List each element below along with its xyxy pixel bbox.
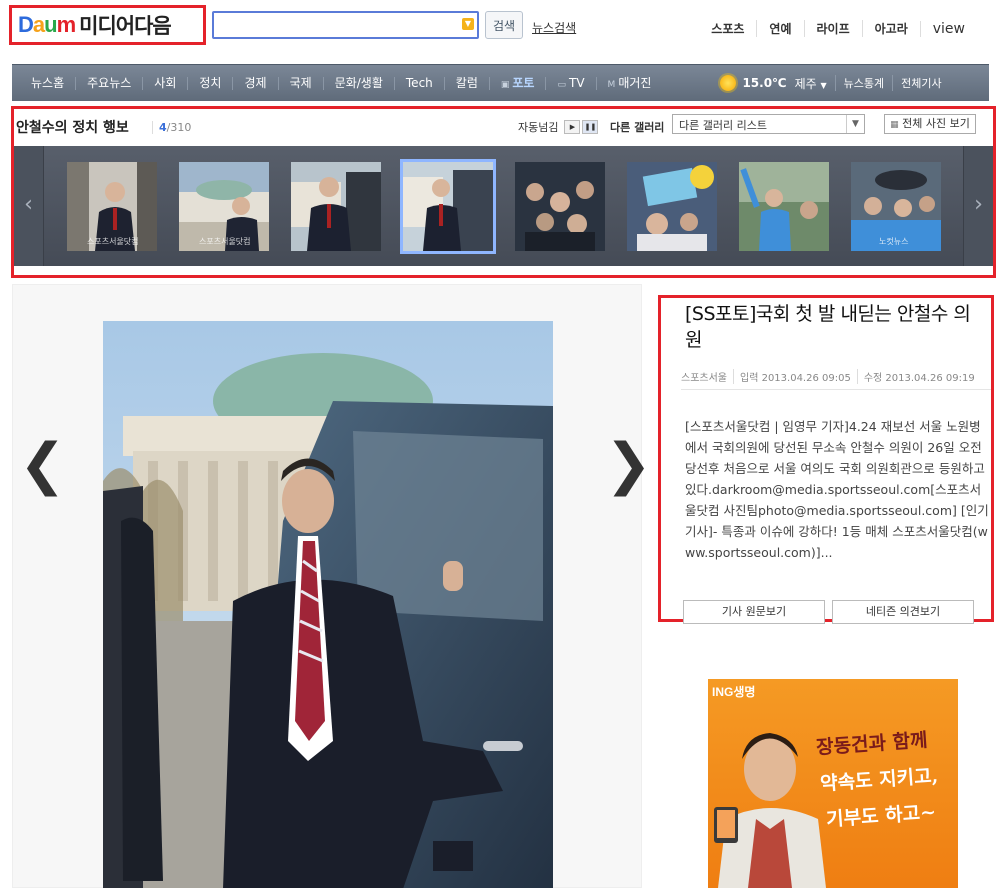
thumbnail[interactable] — [739, 162, 829, 251]
autoplay-control: 자동넘김 ▶ ❚❚ — [518, 119, 599, 135]
divider — [681, 389, 991, 390]
article-panel: [SS포토]국회 첫 발 내딛는 안철수 의원 스포츠서울 입력 2013.04… — [658, 295, 994, 624]
article-meta: 스포츠서울 입력 2013.04.26 09:05 수정 2013.04.26 … — [681, 369, 981, 384]
magazine-icon: M — [607, 79, 616, 90]
main-photo — [103, 321, 553, 888]
top-link-life[interactable]: 라이프 — [803, 20, 862, 37]
thumbnail-strip: ‹ 스포츠서울닷컴 스포츠서울닷컴 노컷뉴스 › — [14, 146, 993, 266]
top-link-agora[interactable]: 아고라 — [861, 20, 920, 37]
article-source: 스포츠서울 — [681, 373, 727, 384]
nav-item-tv[interactable]: ▭ TV — [545, 75, 595, 90]
search-input[interactable] — [214, 13, 454, 37]
autoplay-label: 자동넘김 — [518, 121, 559, 134]
nav-item-magazine[interactable]: M 매거진 — [595, 75, 663, 90]
news-search-link[interactable]: 뉴스검색 — [532, 19, 576, 36]
logo-letter: m — [56, 12, 77, 37]
thumbnail[interactable] — [627, 162, 717, 251]
chevron-down-icon: ▼ — [846, 115, 864, 133]
all-articles-link[interactable]: 전체기사 — [892, 75, 949, 91]
temperature: 15.0℃ — [742, 76, 787, 90]
all-photos-button[interactable]: ▦ 전체 사진 보기 — [884, 114, 976, 134]
netizen-opinion-button[interactable]: 네티즌 의견보기 — [832, 600, 974, 624]
other-gallery-value: 다른 갤러리 리스트 — [679, 119, 767, 132]
other-gallery-select[interactable]: 다른 갤러리 리스트 ▼ — [672, 114, 865, 134]
gallery-current: 4 — [159, 121, 167, 134]
gallery-title: 안철수의 정치 행보 — [16, 120, 129, 136]
pause-icon[interactable]: ❚❚ — [582, 120, 599, 134]
thumbnail[interactable] — [515, 162, 605, 251]
camera-icon: ▣ — [500, 79, 510, 90]
chevron-left-icon[interactable]: ‹ — [14, 146, 44, 266]
top-links: 스포츠 연예 라이프 아고라 view — [699, 20, 977, 37]
advertisement-banner[interactable]: ING생명 장동건과 함께 약속도 지키고, 기부도 하고~ — [708, 679, 958, 888]
thumbnail[interactable]: 스포츠서울닷컴 — [179, 162, 269, 251]
main-navigation: 뉴스홈 주요뉴스 사회 정치 경제 국제 문화/생활 Tech 칼럼 ▣ 포토 ▭… — [12, 64, 989, 101]
logo-letter: u — [44, 12, 57, 37]
nav-item-news-home[interactable]: 뉴스홈 — [20, 76, 75, 90]
thumbnail-caption: 스포츠서울닷컴 — [199, 237, 251, 246]
nav-item-economy[interactable]: 경제 — [232, 76, 277, 90]
gallery-counter: 4/310 — [152, 121, 191, 134]
nav-item-top-news[interactable]: 주요뉴스 — [75, 76, 142, 90]
nav-item-culture[interactable]: 문화/생활 — [322, 76, 394, 90]
nav-item-tech[interactable]: Tech — [393, 76, 444, 90]
daum-logo-mark: D a u m — [18, 12, 77, 38]
nav-tv-label: TV — [569, 75, 585, 90]
search-box: ▼ — [212, 11, 479, 39]
thumbnail[interactable]: 스포츠서울닷컴 — [67, 162, 157, 251]
logo-letter: a — [32, 12, 45, 37]
nav-magazine-label: 매거진 — [618, 75, 652, 90]
top-link-sports[interactable]: 스포츠 — [699, 20, 756, 37]
weather-widget[interactable]: 15.0℃ 제주 ▼ — [720, 75, 834, 92]
nav-item-society[interactable]: 사회 — [142, 76, 187, 90]
original-article-button[interactable]: 기사 원문보기 — [683, 600, 825, 624]
logo-letter: D — [18, 12, 34, 37]
thumbnail-caption: 스포츠서울닷컴 — [87, 237, 139, 246]
article-edit-time: 수정 2013.04.26 09:19 — [856, 369, 981, 384]
logo-text: 미디어다음 — [79, 14, 172, 38]
region-label: 제주 — [794, 76, 817, 91]
tv-icon: ▭ — [557, 79, 566, 90]
nav-item-photo[interactable]: ▣ 포토 — [488, 75, 546, 90]
ad-brand: ING생명 — [712, 685, 756, 699]
all-photos-label: 전체 사진 보기 — [902, 117, 970, 130]
sun-icon — [720, 75, 737, 91]
play-icon[interactable]: ▶ — [564, 120, 581, 134]
chevron-down-icon[interactable]: ▼ — [462, 18, 474, 30]
top-link-view[interactable]: view — [919, 20, 977, 37]
region-select[interactable]: 제주 ▼ — [795, 75, 827, 92]
nav-photo-label: 포토 — [512, 75, 535, 90]
nav-item-column[interactable]: 칼럼 — [443, 76, 489, 90]
article-body: [스포츠서울닷컴 | 임영무 기자]4.24 재보선 서울 노원병에서 국회의원… — [685, 419, 989, 560]
chevron-right-icon[interactable]: › — [963, 146, 993, 266]
article-input-time: 입력 2013.04.26 09:05 — [733, 369, 857, 384]
top-link-entertainment[interactable]: 연예 — [756, 20, 803, 37]
thumbnail[interactable] — [291, 162, 381, 251]
chevron-left-icon[interactable]: ❮ — [19, 437, 66, 493]
thumbnail[interactable]: 노컷뉴스 — [851, 162, 941, 251]
chevron-right-icon[interactable]: ❯ — [605, 437, 652, 493]
thumbnail-selected[interactable] — [400, 159, 496, 254]
logo[interactable]: D a u m 미디어다음 — [9, 5, 206, 45]
nav-item-politics[interactable]: 정치 — [187, 76, 232, 90]
news-stats-link[interactable]: 뉴스통계 — [834, 75, 892, 91]
photo-gallery: 안철수의 정치 행보 4/310 자동넘김 ▶ ❚❚ 다른 갤러리 다른 갤러리… — [11, 106, 996, 278]
nav-item-international[interactable]: 국제 — [277, 76, 323, 90]
search-button[interactable]: 검색 — [485, 11, 523, 39]
article-title: [SS포토]국회 첫 발 내딛는 안철수 의원 — [685, 303, 971, 351]
gallery-total: /310 — [166, 121, 192, 134]
other-gallery-label: 다른 갤러리 — [610, 121, 665, 134]
main-photo-area: ❮ ❯ — [12, 284, 652, 888]
thumbnail-caption: 노컷뉴스 — [879, 237, 909, 246]
grid-icon: ▦ — [890, 120, 899, 130]
chevron-down-icon: ▼ — [820, 80, 827, 90]
